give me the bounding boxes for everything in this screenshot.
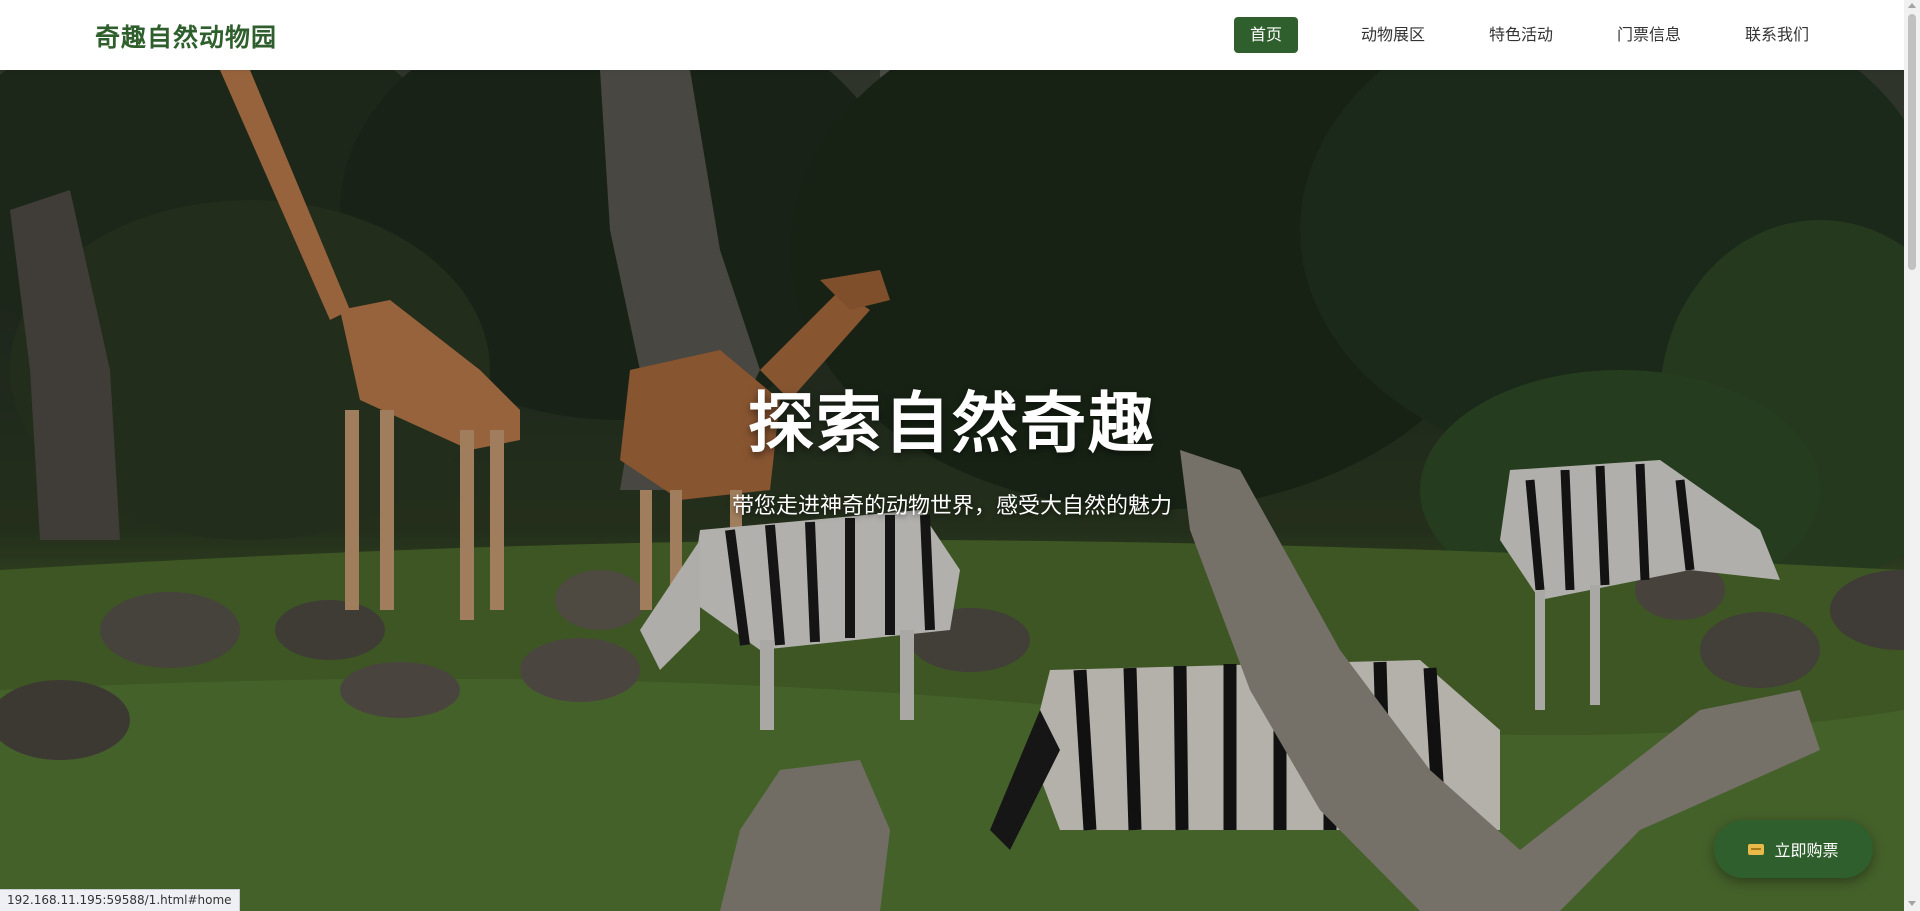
vertical-scrollbar[interactable] <box>1904 0 1920 911</box>
scrollbar-thumb[interactable] <box>1908 14 1916 270</box>
site-logo[interactable]: 奇趣自然动物园 <box>95 18 277 54</box>
hero-title: 探索自然奇趣 <box>748 385 1156 462</box>
nav-item-special-events[interactable]: 特色活动 <box>1473 17 1569 53</box>
ticket-icon <box>1748 843 1765 855</box>
nav-item-home[interactable]: 首页 <box>1234 17 1299 53</box>
status-bar-url: 192.168.11.195:59588/1.html#home <box>0 889 240 911</box>
nav-item-ticket-info[interactable]: 门票信息 <box>1601 17 1697 53</box>
buy-ticket-button[interactable]: 立即购票 <box>1714 820 1873 878</box>
page: 奇趣自然动物园 首页 动物展区 特色活动 门票信息 联系我们 探索自然奇趣 带您… <box>0 0 1920 911</box>
scroll-up-arrow-icon[interactable] <box>1908 3 1916 8</box>
hero-subtitle: 带您走进神奇的动物世界，感受大自然的魅力 <box>731 494 1172 519</box>
top-navigation-bar: 奇趣自然动物园 首页 动物展区 特色活动 门票信息 联系我们 <box>0 0 1904 70</box>
buy-ticket-label: 立即购票 <box>1774 841 1839 860</box>
nav-item-contact-us[interactable]: 联系我们 <box>1729 17 1825 53</box>
hero-banner: 探索自然奇趣 带您走进神奇的动物世界，感受大自然的魅力 <box>0 70 1904 911</box>
scroll-down-arrow-icon[interactable] <box>1908 901 1916 906</box>
nav-item-animal-exhibits[interactable]: 动物展区 <box>1345 17 1441 53</box>
